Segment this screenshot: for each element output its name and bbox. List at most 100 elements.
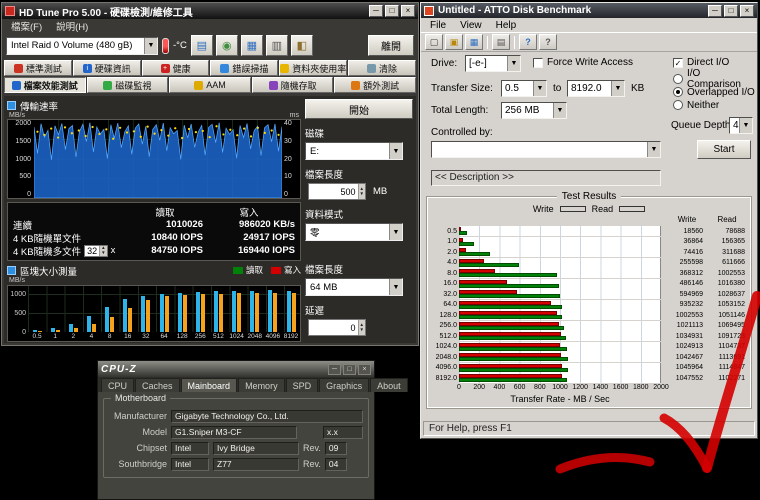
result-row: 2.074416311688 xyxy=(431,247,747,258)
close-button[interactable]: × xyxy=(740,5,754,17)
drive-select[interactable]: Intel Raid 0 Volume (480 gB) ▼ xyxy=(6,37,158,55)
tab-cpu[interactable]: CPU xyxy=(101,378,134,392)
transfer-plot xyxy=(34,120,282,198)
radio-overlapped-i-o[interactable]: Overlapped I/O xyxy=(673,87,757,97)
spinner-arrows-icon[interactable]: ▲▼ xyxy=(358,320,365,335)
hdtune-tab[interactable]: 標準測試 xyxy=(4,60,72,76)
controlled-by-select[interactable]: ▼ xyxy=(431,141,661,158)
x-tick-label: 1024 xyxy=(228,332,246,341)
minimize-button[interactable]: ─ xyxy=(708,5,722,17)
transfer-size-from-select[interactable]: 0.5 ▼ xyxy=(501,80,547,97)
menu-item[interactable]: 檔案(F) xyxy=(4,19,49,33)
multi-file-count-spinner[interactable]: 32▲▼ xyxy=(84,245,107,257)
bar-group xyxy=(246,291,264,332)
close-button[interactable]: × xyxy=(401,5,415,17)
menu-item[interactable]: View xyxy=(453,20,489,31)
hdtune-tab[interactable]: i硬碟資訊 xyxy=(73,60,141,76)
read-value: 1028637 xyxy=(705,291,745,298)
start-button[interactable]: 開始 xyxy=(305,99,413,119)
axis-tick: 1800 xyxy=(633,384,649,391)
menu-item[interactable]: File xyxy=(423,20,453,31)
tab-caches[interactable]: Caches xyxy=(135,378,180,392)
hdtune-tab[interactable]: 錯誤掃描 xyxy=(210,60,278,76)
disk-select-value: E: xyxy=(310,146,319,157)
about-button[interactable]: ? xyxy=(519,34,537,50)
description-box[interactable]: << Description >> xyxy=(431,170,661,186)
transfer-size-label: 0.5 xyxy=(431,228,457,235)
hdtune-tab[interactable]: 檔案效能測試 xyxy=(4,77,86,93)
result-row: 32.05949691028637 xyxy=(431,289,747,300)
direct-io-checkbox[interactable]: ✓ Direct I/O xyxy=(673,57,729,68)
tab-graphics[interactable]: Graphics xyxy=(319,378,369,392)
menu-item[interactable]: Help xyxy=(489,20,524,31)
new-file-button[interactable]: ▢ xyxy=(425,34,443,50)
chipset-field: Ivy Bridge xyxy=(213,442,299,455)
maximize-button[interactable]: □ xyxy=(343,364,356,375)
print-button[interactable]: ▥ xyxy=(266,35,288,56)
hdtune-tab[interactable]: +健康 xyxy=(142,60,210,76)
minimize-button[interactable]: ─ xyxy=(328,364,341,375)
spinner-arrows-icon[interactable]: ▲▼ xyxy=(358,184,365,199)
data-pattern-select[interactable]: 零 ▼ xyxy=(305,223,403,241)
file-length-spinner[interactable]: 500▲▼ MB xyxy=(305,183,413,200)
queue-depth-select[interactable]: 4 ▼ xyxy=(729,117,753,134)
screenshot-button[interactable]: ◉ xyxy=(216,35,238,56)
menu-item[interactable]: 說明(H) xyxy=(49,19,95,33)
read-bar xyxy=(87,316,91,332)
latency-spinner[interactable]: 0▲▼ xyxy=(305,319,413,336)
result-row: 128.010025531051146 xyxy=(431,310,747,321)
read-bar xyxy=(141,296,145,332)
write-bar xyxy=(201,294,205,332)
result-label: 4 KB隨機單文件 xyxy=(13,231,127,245)
start-button[interactable]: Start xyxy=(697,140,751,159)
context-help-button[interactable]: ? xyxy=(539,34,557,50)
axis-tick: 1400 xyxy=(593,384,609,391)
spinner-arrows-icon[interactable]: ▲▼ xyxy=(99,246,106,256)
result-row: 16.04861461016380 xyxy=(431,279,747,290)
maximize-button[interactable]: □ xyxy=(385,5,399,17)
results-row: 連續1010026986020 KB/s xyxy=(13,218,295,231)
settings-button[interactable]: ◧ xyxy=(291,35,313,56)
open-folder-button[interactable]: ▣ xyxy=(445,34,463,50)
axis-tick: 0 xyxy=(457,384,461,391)
copy-button[interactable]: ▤ xyxy=(191,35,213,56)
total-length-select[interactable]: 256 MB ▼ xyxy=(501,102,567,119)
radio-i-o-comparison[interactable]: I/O Comparison xyxy=(673,74,757,84)
tab-memory[interactable]: Memory xyxy=(238,378,285,392)
save-button[interactable]: ▦ xyxy=(465,34,483,50)
cpuz-titlebar[interactable]: CPU-Z ─ □ × xyxy=(98,361,374,377)
southbridge-rev-label: Rev. xyxy=(303,459,321,469)
atto-status-bar: For Help, press F1 xyxy=(423,421,755,436)
tab-mainboard[interactable]: Mainboard xyxy=(181,378,238,392)
force-write-checkbox[interactable]: Force Write Access xyxy=(533,57,633,68)
write-bar xyxy=(255,293,259,332)
tab-label: 額外測試 xyxy=(363,79,399,92)
radio-neither[interactable]: Neither xyxy=(673,100,757,110)
maximize-button[interactable]: □ xyxy=(724,5,738,17)
hdtune-tab[interactable]: 額外測試 xyxy=(334,77,416,93)
write-value: 36864 xyxy=(663,238,703,245)
save-button[interactable]: ▦ xyxy=(241,35,263,56)
transfer-size-to-select[interactable]: 8192.0 ▼ xyxy=(567,80,625,97)
write-legend-label: Write xyxy=(533,204,554,214)
spinner-unit: x xyxy=(111,245,116,256)
block-legend: 讀取寫入 xyxy=(225,264,301,277)
read-value: 1113691 xyxy=(705,354,745,361)
hdtune-tab[interactable]: AAM xyxy=(169,77,251,93)
drive-select[interactable]: [-e-] ▼ xyxy=(465,55,521,72)
hdtune-tab[interactable]: 磁碟監視 xyxy=(87,77,169,93)
print-button[interactable]: ▤ xyxy=(492,34,510,50)
hdtune-tab[interactable]: 清除 xyxy=(348,60,416,76)
block-file-length-select[interactable]: 64 MB ▼ xyxy=(305,278,403,296)
atto-titlebar[interactable]: Untitled - ATTO Disk Benchmark ─ □ × xyxy=(421,3,757,18)
hdtune-tab[interactable]: 隨機存取 xyxy=(252,77,334,93)
tab-spd[interactable]: SPD xyxy=(286,378,319,392)
tab-about[interactable]: About xyxy=(370,378,408,392)
minimize-button[interactable]: ─ xyxy=(369,5,383,17)
disk-select[interactable]: E: ▼ xyxy=(305,142,403,160)
hdtune-tab[interactable]: 資料夾使用率 xyxy=(279,60,347,76)
exit-button[interactable]: 離開 xyxy=(368,35,414,56)
results-legend: Write Read xyxy=(431,203,747,215)
close-button[interactable]: × xyxy=(358,364,371,375)
hdtune-titlebar[interactable]: HD Tune Pro 5.00 - 硬碟檢測/維修工具 ─ □ × xyxy=(2,3,418,19)
